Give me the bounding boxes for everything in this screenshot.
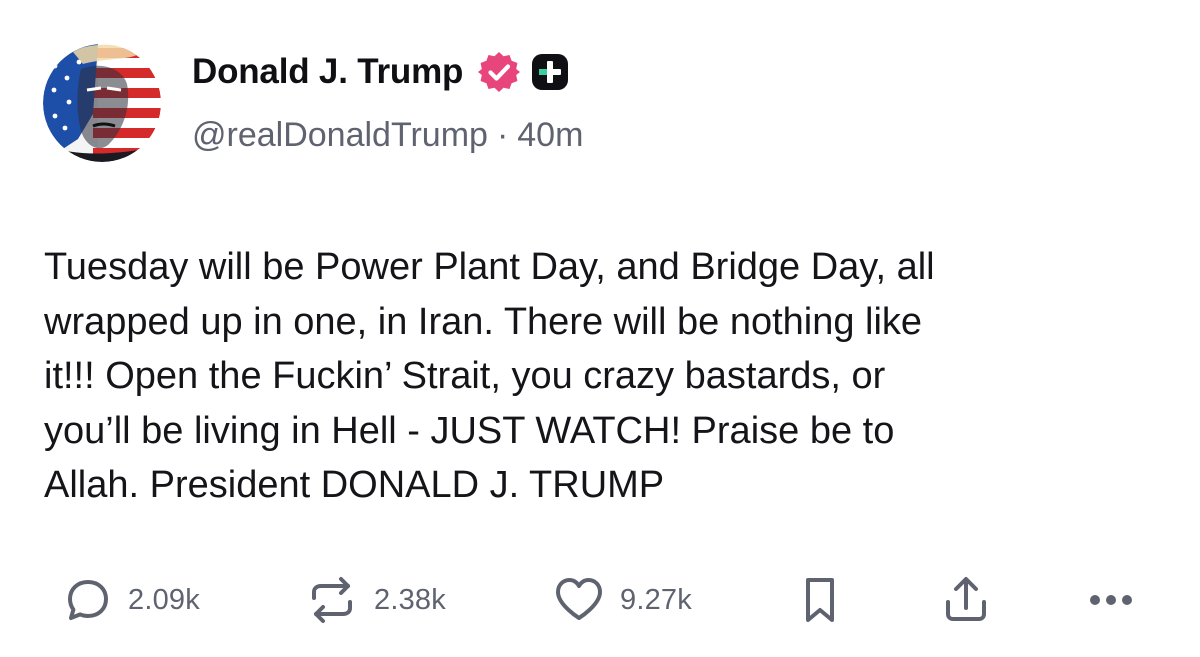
bookmark-icon (806, 578, 834, 622)
plus-badge-icon (531, 53, 569, 91)
post-card: Donald J. Trump @realDonaldTrump · 40m T… (0, 0, 1200, 657)
verified-check-icon (477, 50, 521, 94)
repost-icon (312, 577, 352, 623)
more-icon (1090, 595, 1132, 605)
post-timestamp[interactable]: 40m (517, 116, 583, 155)
post-body: Tuesday will be Power Plant Day, and Bri… (44, 246, 935, 506)
heart-icon (556, 578, 602, 620)
action-bar: 2.09k 2.38k 9.27k (0, 570, 1200, 630)
reply-count: 2.09k (128, 583, 200, 616)
repost-count: 2.38k (374, 583, 446, 616)
meta-separator: · (496, 116, 509, 154)
share-button[interactable] (940, 570, 992, 630)
reply-button[interactable]: 2.09k (62, 570, 200, 630)
like-button[interactable]: 9.27k (552, 570, 692, 630)
like-count: 9.27k (620, 583, 692, 616)
more-options-button[interactable] (1084, 570, 1140, 630)
share-icon (946, 577, 986, 621)
author-display-name[interactable]: Donald J. Trump (192, 52, 463, 92)
author-handle[interactable]: @realDonaldTrump (192, 116, 488, 155)
reply-icon (68, 580, 108, 620)
repost-button[interactable]: 2.38k (304, 570, 446, 630)
author-name-row: Donald J. Trump (192, 50, 569, 94)
avatar-image (43, 44, 161, 162)
avatar[interactable] (43, 44, 161, 162)
author-handle-row: @realDonaldTrump · 40m (192, 116, 583, 155)
bookmark-button[interactable] (800, 570, 840, 630)
